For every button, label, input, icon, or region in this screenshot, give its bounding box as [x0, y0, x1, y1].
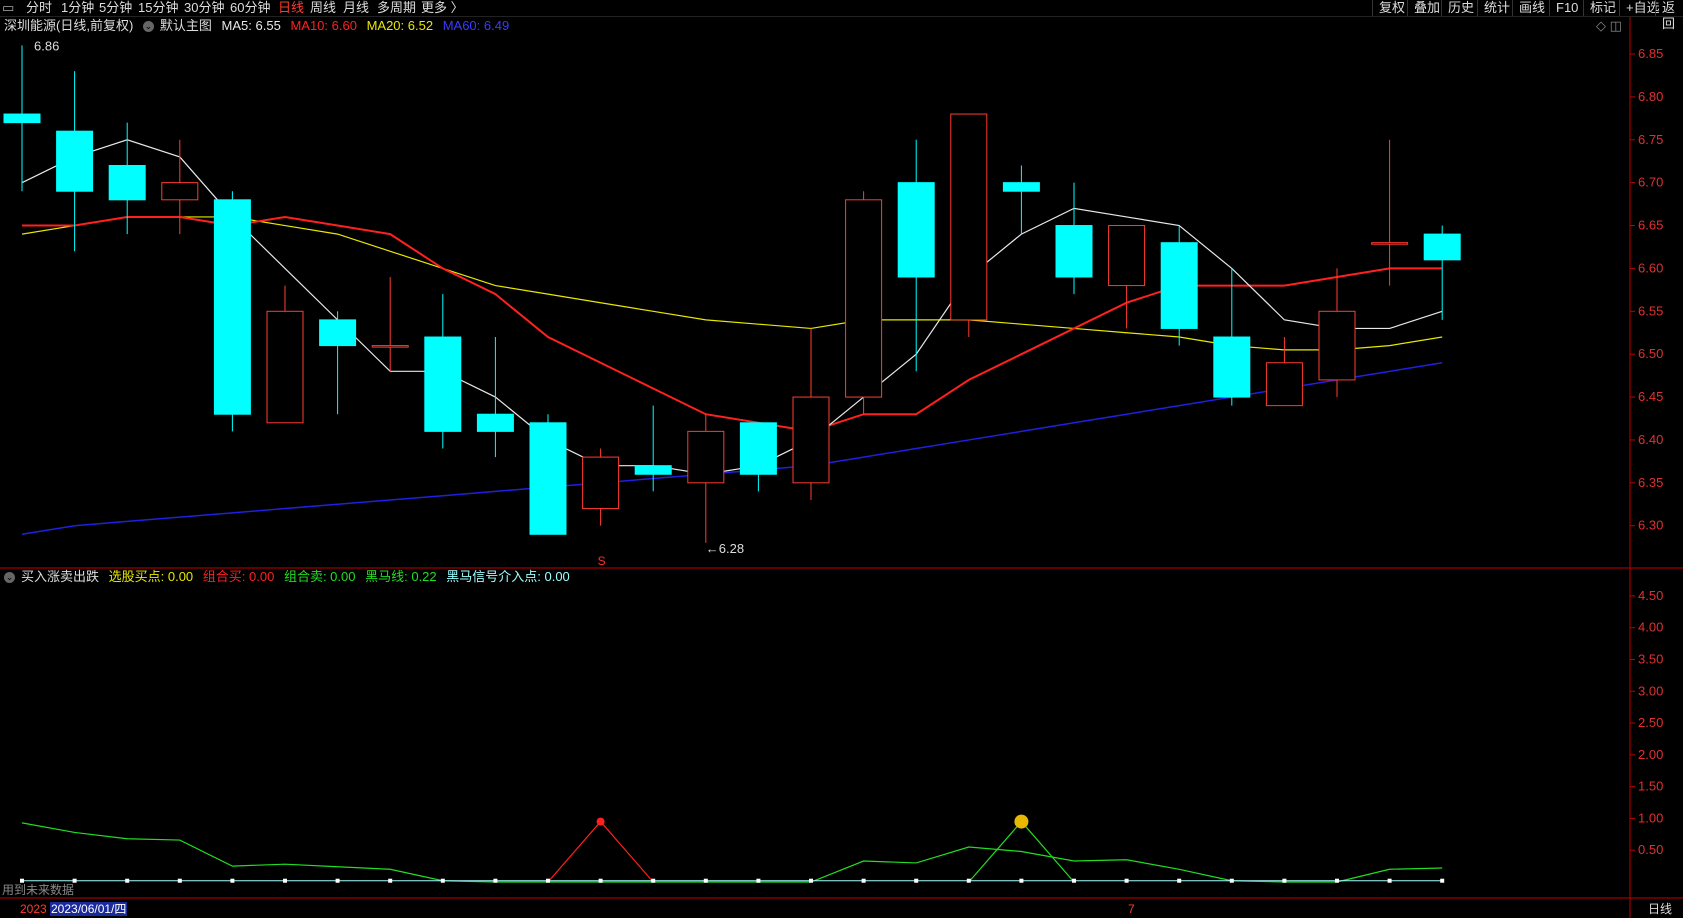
- stock-chart[interactable]: 6.30 6.35 6.40 6.45 6.50 6.55 6.60 6.65 6.70 6.75…: [0, 0, 1683, 918]
- baseline-marker-23: [1229, 878, 1234, 883]
- candle-body-2: [108, 164, 146, 201]
- candle-body-14: [739, 422, 777, 475]
- sub-ytick-label-8: 4.50: [1638, 588, 1663, 603]
- main-ytick-label-6: 6.60: [1638, 260, 1663, 275]
- baseline-marker-15: [809, 878, 813, 883]
- baseline-marker-25: [1335, 878, 1339, 883]
- baseline-marker-19: [1019, 878, 1024, 883]
- baseline-marker-21: [1124, 878, 1129, 883]
- baseline-marker-8: [440, 878, 445, 883]
- money-bag-icon: [1014, 814, 1029, 829]
- main-ytick-label-5: 6.55: [1638, 303, 1663, 318]
- sub-ytick-label-6: 3.50: [1638, 651, 1663, 666]
- baseline-marker-10: [546, 878, 550, 883]
- main-ytick-label-8: 6.70: [1638, 175, 1663, 190]
- baseline-marker-4: [230, 878, 235, 883]
- baseline-marker-5: [283, 878, 287, 883]
- baseline-marker-2: [125, 878, 130, 883]
- main-ytick-label-2: 6.40: [1638, 432, 1663, 447]
- candle-body-1: [56, 130, 94, 192]
- sub-ytick-label-7: 4.00: [1638, 620, 1663, 635]
- baseline-marker-26: [1387, 878, 1392, 883]
- main-ytick-label-4: 6.50: [1638, 346, 1663, 361]
- baseline-marker-12: [651, 878, 656, 883]
- candle-body-9: [476, 413, 514, 432]
- candle-body-18: [950, 113, 988, 321]
- candle-body-19: [1002, 182, 1040, 192]
- candle-body-26: [1371, 242, 1409, 245]
- main-ytick-label-7: 6.65: [1638, 218, 1663, 233]
- baseline-marker-17: [914, 878, 919, 883]
- month-mark: 7: [1128, 902, 1135, 916]
- candle-body-20: [1055, 225, 1093, 278]
- candle-body-22: [1160, 242, 1198, 329]
- baseline-marker-9: [493, 878, 498, 883]
- baseline-marker-6: [335, 878, 340, 883]
- baseline-marker-24: [1282, 878, 1287, 883]
- candle-body-11: [582, 456, 620, 510]
- candle-body-0: [3, 113, 41, 124]
- buy-signal-line: [547, 820, 654, 883]
- candle-body-13: [687, 430, 725, 484]
- baseline-marker-27: [1440, 878, 1445, 883]
- period-label: 日线: [1648, 902, 1673, 916]
- candle-body-15: [792, 396, 830, 484]
- cursor-date: 2023/06/01/四: [50, 902, 128, 916]
- candle-body-4: [213, 199, 251, 415]
- candle-body-17: [897, 182, 935, 278]
- sub-ytick-label-4: 2.50: [1638, 715, 1663, 730]
- candle-body-10: [529, 422, 567, 535]
- candle-body-8: [424, 336, 462, 432]
- bottom-note: 用到未来数据: [2, 883, 75, 897]
- sub-ytick-label-3: 2.00: [1638, 747, 1663, 762]
- axis-year: 2023: [20, 902, 47, 916]
- candle-body-7: [371, 345, 409, 348]
- baseline-marker-13: [703, 878, 708, 883]
- main-ytick-label-10: 6.80: [1638, 89, 1663, 104]
- baseline-marker-3: [177, 878, 182, 883]
- baseline-marker-11: [598, 878, 603, 883]
- sub-ytick-label-2: 1.50: [1638, 779, 1663, 794]
- sub-ytick-label-0: 0.50: [1638, 842, 1663, 857]
- signal-s-label: S: [598, 554, 606, 568]
- baseline-marker-7: [388, 878, 393, 883]
- buy-signal-marker: [596, 817, 605, 826]
- baseline-marker-16: [861, 878, 866, 883]
- candle-body-12: [634, 465, 672, 475]
- candle-body-23: [1213, 336, 1251, 398]
- candle-body-21: [1108, 225, 1146, 287]
- main-ytick-label-9: 6.75: [1638, 132, 1663, 147]
- main-ytick-label-3: 6.45: [1638, 389, 1663, 404]
- sub-ytick-label-1: 1.00: [1638, 810, 1663, 825]
- baseline-marker-20: [1072, 878, 1076, 883]
- main-ytick-label-11: 6.85: [1638, 46, 1663, 61]
- high-price-label: 6.86: [34, 38, 59, 53]
- baseline-marker-14: [756, 878, 761, 883]
- candle-body-24: [1265, 362, 1303, 407]
- candle-body-3: [161, 182, 199, 201]
- candle-body-16: [845, 199, 883, 398]
- baseline-marker-22: [1177, 878, 1182, 883]
- main-ytick-label-1: 6.35: [1638, 475, 1663, 490]
- candle-body-5: [266, 310, 304, 424]
- candle-body-6: [319, 319, 357, 347]
- baseline-marker-18: [966, 878, 971, 883]
- main-ytick-label-0: 6.30: [1638, 518, 1663, 533]
- darkhorse-line: [21, 822, 1443, 883]
- sub-ytick-label-5: 3.00: [1638, 683, 1663, 698]
- candle-body-27: [1423, 233, 1461, 261]
- low-price-label: ←6.28: [706, 541, 744, 556]
- candle-body-25: [1318, 310, 1356, 381]
